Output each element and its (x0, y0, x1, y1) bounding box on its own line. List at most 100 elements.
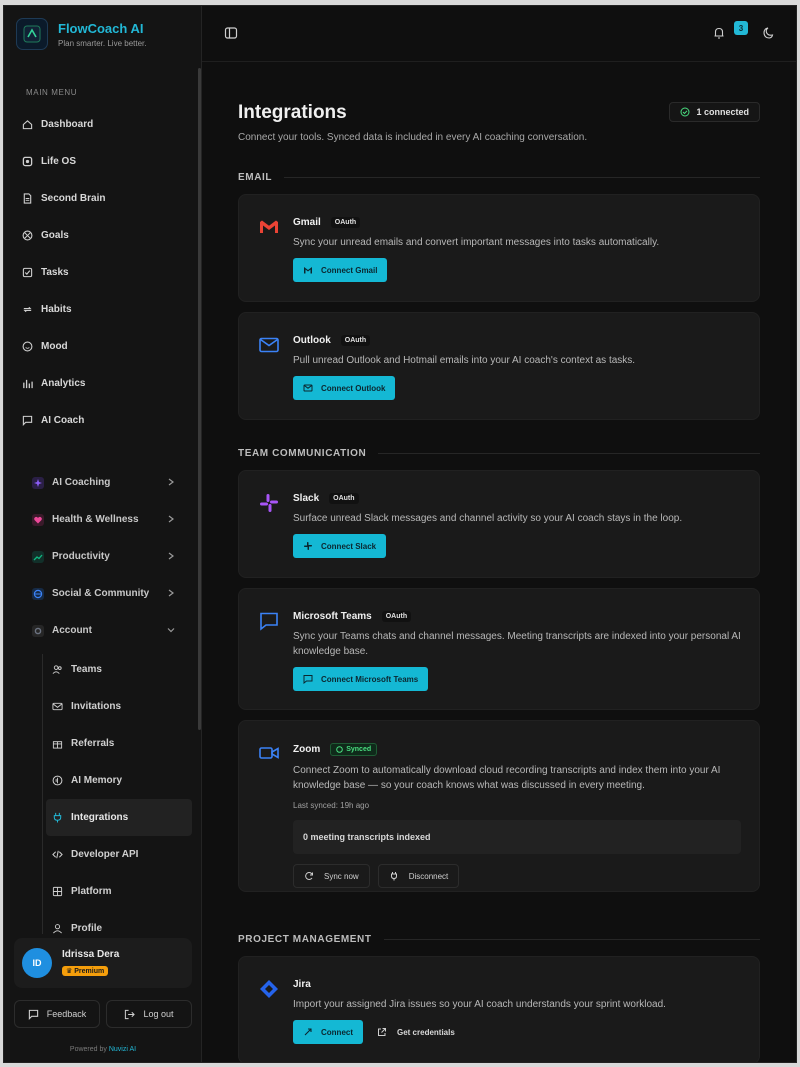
nav-label: Second Brain (41, 193, 106, 204)
sidebar-item-label: Developer API (71, 849, 139, 860)
sidebar-item-integrations[interactable]: Integrations (46, 799, 192, 836)
memory-icon (52, 775, 63, 786)
integration-description: Import your assigned Jira issues so your… (293, 999, 666, 1010)
nav-mood[interactable]: Mood (14, 328, 194, 365)
group-ai-coaching[interactable]: AI Coaching (22, 464, 192, 501)
section-project-management: PROJECT MANAGEMENT (238, 934, 760, 945)
connect-slack-button[interactable]: Connect Slack (293, 534, 387, 558)
feedback-label: Feedback (46, 1009, 87, 1019)
connected-label: 1 connected (696, 107, 749, 117)
premium-badge: ♛ Premium (62, 965, 109, 976)
feedback-button[interactable]: Feedback (14, 1000, 100, 1028)
nav-second-brain[interactable]: Second Brain (14, 180, 194, 217)
synced-badge: Synced (330, 743, 378, 756)
nav-ai-coach[interactable]: AI Coach (14, 402, 194, 439)
button-label: Connect Outlook (321, 383, 386, 393)
main-menu-label: MAIN MENU (26, 88, 78, 97)
powered-brand-link[interactable]: Nuvizi AI (109, 1046, 136, 1053)
gift-icon (52, 741, 63, 749)
brand-name: FlowCoach AI (58, 20, 144, 36)
grid-icon (52, 886, 63, 897)
integration-description: Sync your unread emails and convert impo… (293, 237, 660, 248)
checkbox-icon (22, 267, 33, 278)
sidebar-item-invitations[interactable]: Invitations (46, 688, 192, 725)
trend-icon (32, 550, 44, 563)
section-divider (378, 453, 760, 454)
get-credentials-link[interactable]: Get credentials (377, 1027, 455, 1037)
users-icon (52, 665, 62, 674)
sidebar-item-label: Referrals (71, 738, 115, 749)
sidebar-item-label: Profile (71, 923, 103, 934)
outlook-mail-icon (259, 337, 279, 353)
sidebar-item-teams[interactable]: Teams (46, 651, 192, 688)
group-social-community[interactable]: Social & Community (22, 575, 192, 612)
sidebar-scrollbar[interactable] (198, 68, 201, 730)
section-email: EMAIL (238, 172, 760, 183)
sidebar-toggle-icon[interactable] (224, 26, 238, 40)
nav-label: Goals (41, 230, 69, 241)
main-content: Integrations Connect your tools. Synced … (202, 62, 796, 1062)
sidebar-item-ai-memory[interactable]: AI Memory (46, 762, 192, 799)
page-subtitle: Connect your tools. Synced data is inclu… (238, 132, 588, 143)
bar-chart-icon (23, 379, 33, 389)
moon-icon[interactable] (762, 26, 776, 40)
sync-now-button[interactable]: Sync now (293, 864, 370, 888)
chat-small-icon (303, 675, 313, 684)
group-account[interactable]: Account (22, 612, 192, 649)
teams-chat-icon (260, 612, 278, 631)
account-submenu: Teams Invitations Referrals AI Memory In… (46, 651, 192, 947)
sidebar-item-label: Integrations (71, 812, 129, 823)
code-icon (52, 850, 63, 859)
group-label: AI Coaching (52, 477, 111, 488)
button-label: Connect Microsoft Teams (321, 674, 419, 684)
jira-icon (260, 980, 278, 998)
section-divider (383, 939, 760, 940)
section-title: PROJECT MANAGEMENT (238, 934, 372, 945)
home-icon (22, 120, 33, 130)
nav-goals[interactable]: Goals (14, 217, 194, 254)
connect-gmail-button[interactable]: Connect Gmail (293, 258, 388, 282)
sidebar-item-developer-api[interactable]: Developer API (46, 836, 192, 873)
button-label: Sync now (324, 871, 359, 881)
brand-tagline: Plan smarter. Live better. (58, 38, 147, 48)
check-circle-icon (680, 107, 690, 117)
nav-tasks[interactable]: Tasks (14, 254, 194, 291)
integration-name: Outlook (293, 335, 331, 346)
group-productivity[interactable]: Productivity (22, 538, 192, 575)
logout-button[interactable]: Log out (106, 1000, 192, 1028)
nav-groups: AI Coaching Health & Wellness Productivi… (22, 464, 192, 649)
button-label: Connect Gmail (321, 265, 378, 275)
nav-habits[interactable]: Habits (14, 291, 194, 328)
oauth-tag: OAuth (381, 611, 412, 622)
group-health-wellness[interactable]: Health & Wellness (22, 501, 192, 538)
bell-icon[interactable] (712, 26, 726, 40)
notification-badge[interactable]: 3 (734, 21, 748, 35)
nav-analytics[interactable]: Analytics (14, 365, 194, 402)
nav-life-os[interactable]: Life OS (14, 143, 194, 180)
disconnect-button[interactable]: Disconnect (377, 864, 460, 888)
user-card[interactable]: ID Idrissa Dera ♛ Premium (14, 938, 192, 988)
video-camera-icon (259, 747, 279, 759)
section-title: TEAM COMMUNICATION (238, 448, 367, 459)
link-label: Get credentials (397, 1027, 455, 1037)
unplug-icon (390, 872, 397, 881)
heart-icon (32, 513, 44, 526)
nav-label: Dashboard (41, 119, 94, 130)
sidebar-item-platform[interactable]: Platform (46, 873, 192, 910)
submenu-guide-line (42, 654, 43, 934)
brand[interactable]: FlowCoach AI Plan smarter. Live better. (16, 18, 147, 50)
connect-jira-button[interactable]: Connect (293, 1020, 363, 1044)
connect-outlook-button[interactable]: Connect Outlook (293, 376, 396, 400)
nav-label: Analytics (41, 378, 86, 389)
sidebar-item-referrals[interactable]: Referrals (46, 725, 192, 762)
sidebar-item-label: Teams (71, 664, 102, 675)
message-icon (28, 1009, 38, 1020)
integration-card-outlook: Outlook OAuth Pull unread Outlook and Hot… (238, 312, 760, 420)
document-icon (23, 193, 32, 204)
integration-name: Gmail (293, 217, 321, 228)
nav-dashboard[interactable]: Dashboard (14, 106, 194, 143)
connect-microsoft-teams-button[interactable]: Connect Microsoft Teams (293, 667, 429, 691)
nav-label: Mood (41, 341, 68, 352)
refresh-icon (305, 871, 313, 880)
nav-label: Life OS (41, 156, 77, 167)
